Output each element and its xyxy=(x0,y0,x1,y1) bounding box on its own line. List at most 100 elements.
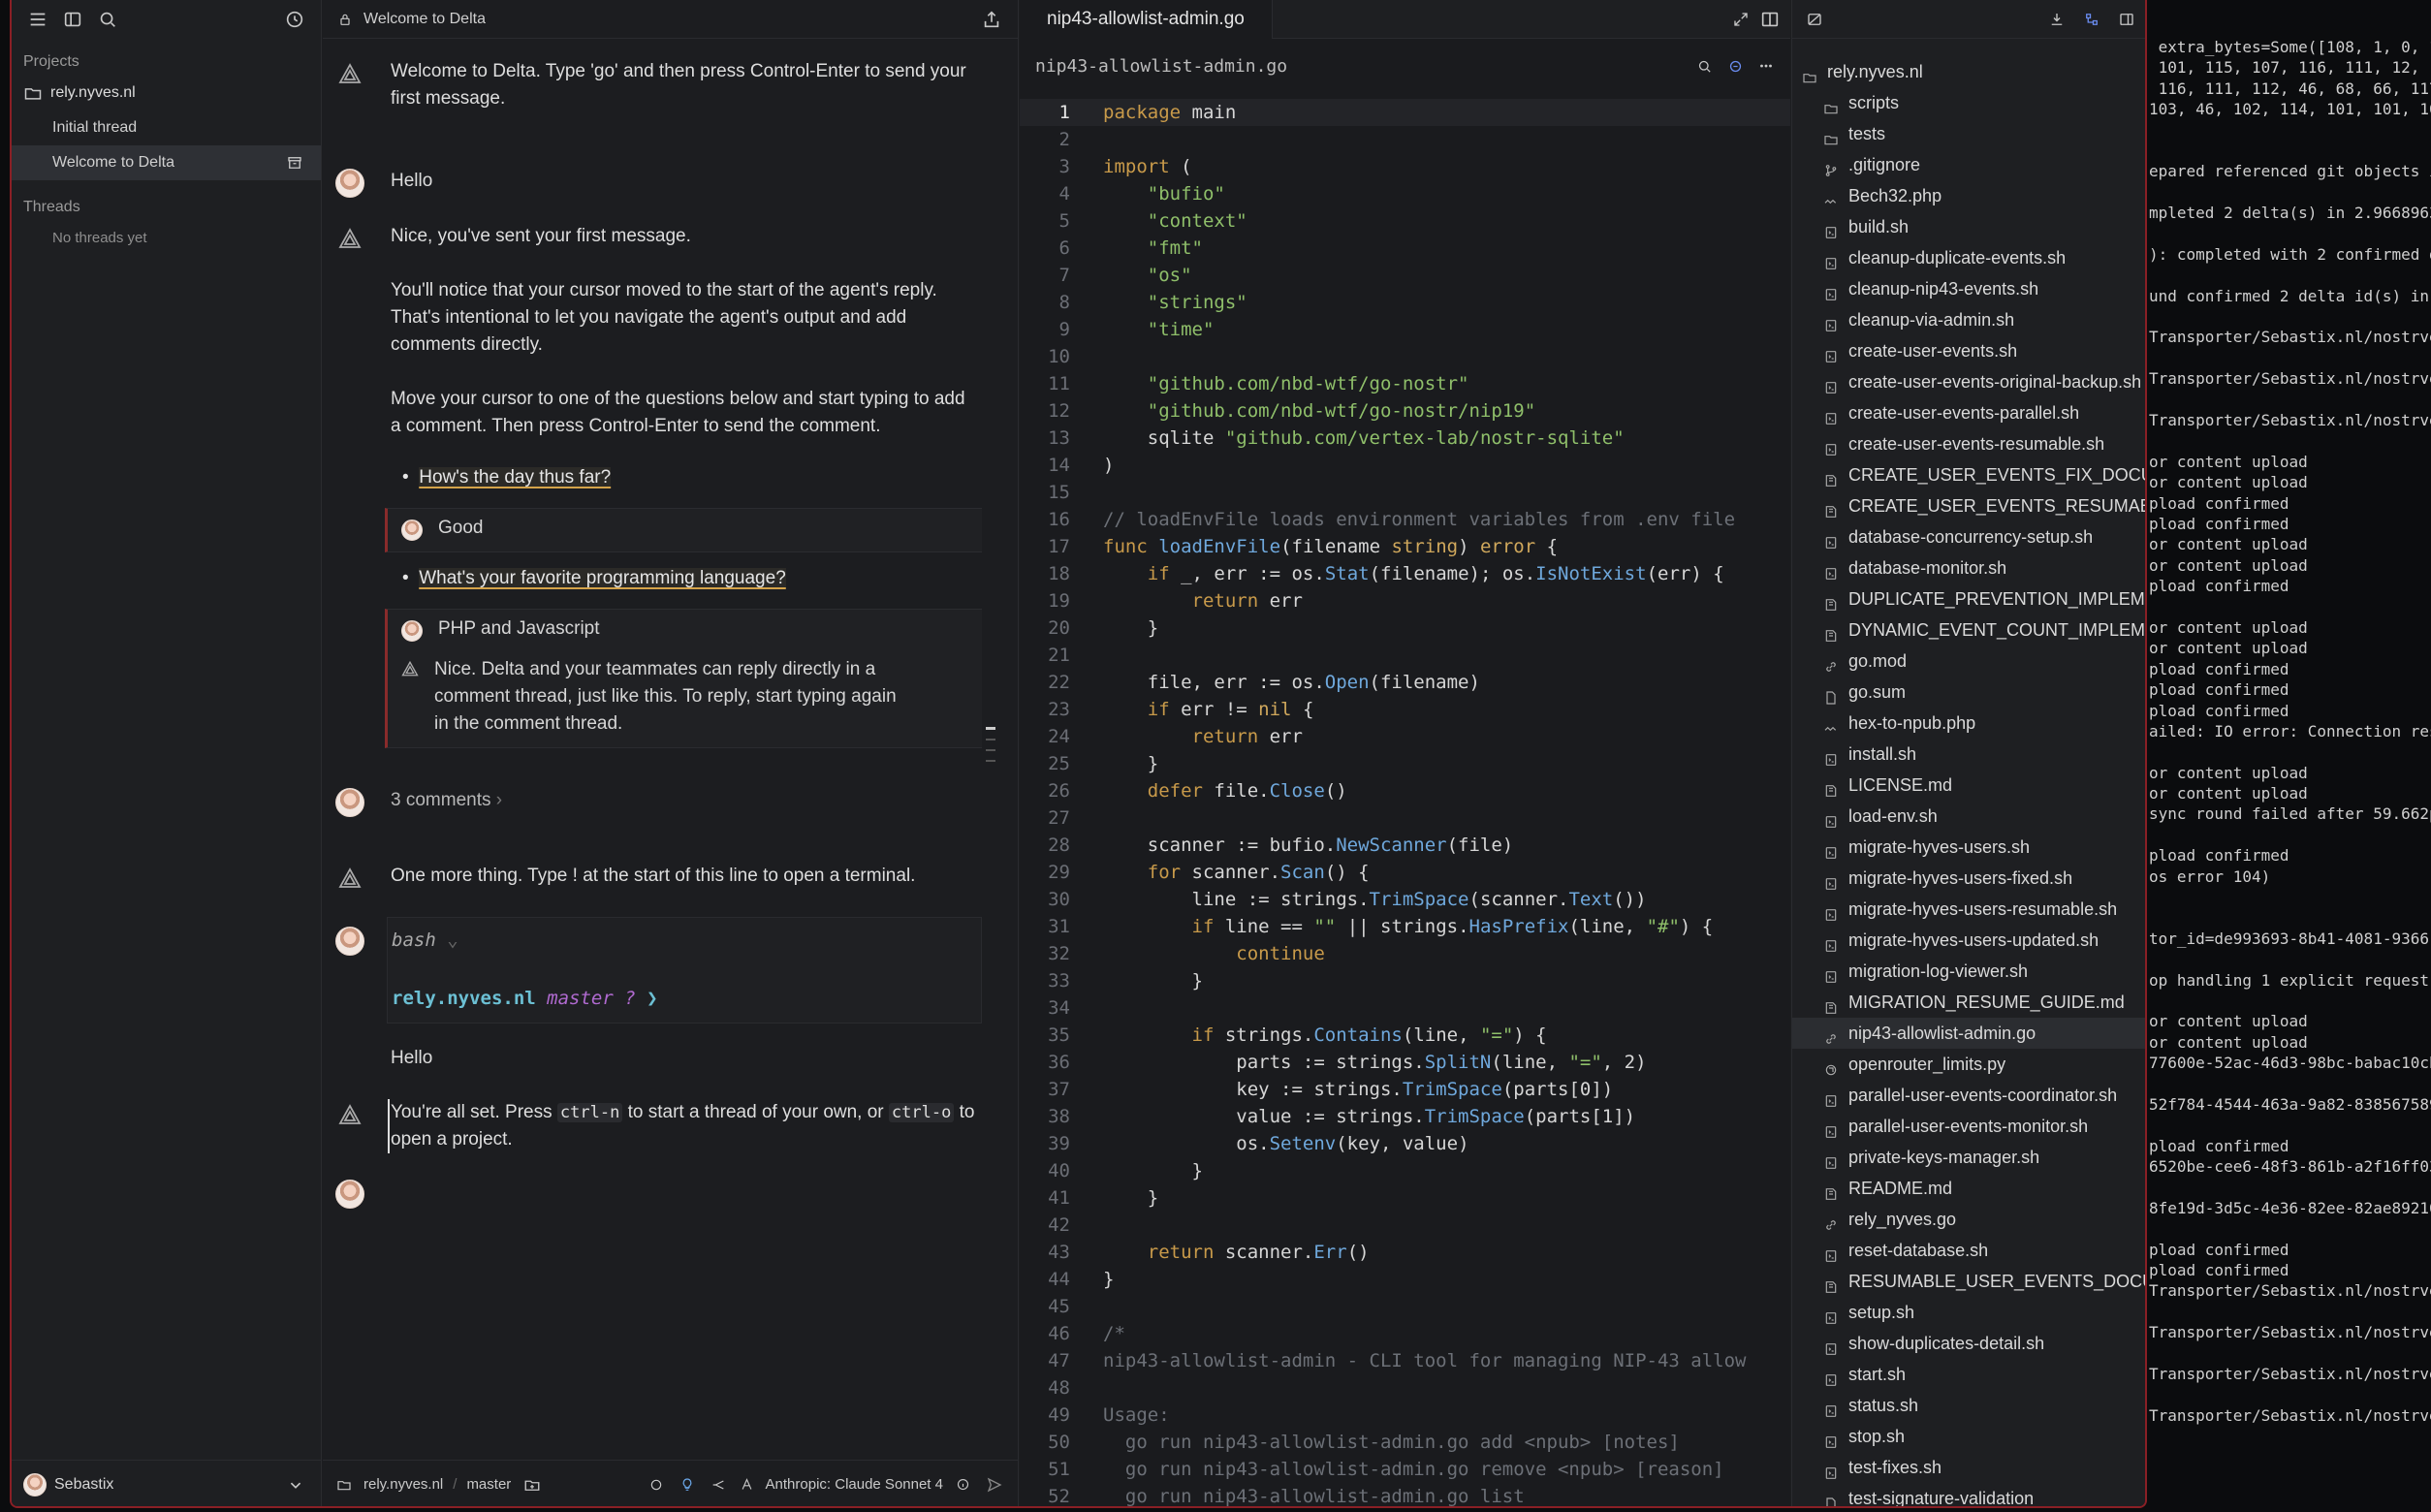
footer-branch[interactable]: master xyxy=(466,1476,511,1493)
code-line[interactable]: 47 nip43-allowlist-admin - CLI tool for m… xyxy=(1020,1347,1790,1374)
search-icon[interactable] xyxy=(1689,51,1719,80)
tree-item[interactable]: DYNAMIC_EVENT_COUNT_IMPLEMENTATION.md xyxy=(1792,614,2145,646)
tree-item[interactable]: cleanup-via-admin.sh xyxy=(1792,304,2145,335)
tree-item[interactable]: DUPLICATE_PREVENTION_IMPLEMENTATION.md xyxy=(1792,583,2145,614)
comment-thread-2[interactable]: PHP and Javascript Nice. Delta and your … xyxy=(385,609,982,748)
code-line[interactable]: 42 xyxy=(1020,1212,1790,1239)
collapse-icon[interactable] xyxy=(2042,5,2071,34)
circle-status-icon[interactable] xyxy=(646,1470,667,1499)
code-line[interactable]: 22 file, err := os.Open(filename) xyxy=(1020,669,1790,696)
tree-item[interactable]: cleanup-nip43-events.sh xyxy=(1792,273,2145,304)
split-icon[interactable] xyxy=(1755,5,1784,34)
tree-item[interactable]: create-user-events.sh xyxy=(1792,335,2145,366)
tree-item[interactable]: cleanup-duplicate-events.sh xyxy=(1792,242,2145,273)
tree-item[interactable]: README.md xyxy=(1792,1173,2145,1204)
footer-project[interactable]: rely.nyves.nl xyxy=(363,1476,443,1493)
code-line[interactable]: 25 } xyxy=(1020,750,1790,777)
chat-tab-title[interactable]: Welcome to Delta xyxy=(363,11,486,28)
tree-item[interactable]: nip43-allowlist-admin.go xyxy=(1792,1018,2145,1049)
tree-item[interactable]: migrate-hyves-users-fixed.sh xyxy=(1792,863,2145,894)
share-icon[interactable] xyxy=(977,5,1006,34)
tree-item[interactable]: LICENSE.md xyxy=(1792,770,2145,801)
code-line[interactable]: 19 return err xyxy=(1020,587,1790,614)
tree-item[interactable]: CREATE_USER_EVENTS_RESUMABLE.md xyxy=(1792,490,2145,521)
code-line[interactable]: 48 xyxy=(1020,1374,1790,1402)
sidebar-thread-welcome[interactable]: Welcome to Delta xyxy=(12,145,321,180)
tree-item[interactable]: create-user-events-original-backup.sh xyxy=(1792,366,2145,397)
code-line[interactable]: 12 "github.com/nbd-wtf/go-nostr/nip19" xyxy=(1020,397,1790,425)
tree-item[interactable]: migrate-hyves-users-resumable.sh xyxy=(1792,894,2145,925)
code-line[interactable]: 51 go run nip43-allowlist-admin.go remov… xyxy=(1020,1456,1790,1483)
code-line[interactable]: 13 sqlite "github.com/vertex-lab/nostr-s… xyxy=(1020,425,1790,452)
code-line[interactable]: 3 import ( xyxy=(1020,153,1790,180)
tree-item[interactable]: .gitignore xyxy=(1792,149,2145,180)
code-line[interactable]: 8 "strings" xyxy=(1020,289,1790,316)
tree-item[interactable]: private-keys-manager.sh xyxy=(1792,1142,2145,1173)
code-line[interactable]: 34 xyxy=(1020,994,1790,1022)
code-line[interactable]: 45 xyxy=(1020,1293,1790,1320)
send-icon[interactable] xyxy=(982,1470,1007,1499)
sidebar-thread-initial[interactable]: Initial thread xyxy=(12,110,321,145)
code-line[interactable]: 38 value := strings.TrimSpace(parts[1]) xyxy=(1020,1103,1790,1130)
code-line[interactable]: 41 } xyxy=(1020,1184,1790,1212)
code-line[interactable]: 27 xyxy=(1020,804,1790,832)
tree-item[interactable]: start.sh xyxy=(1792,1359,2145,1390)
code-line[interactable]: 43 return scanner.Err() xyxy=(1020,1239,1790,1266)
code-line[interactable]: 31 if line == "" || strings.HasPrefix(li… xyxy=(1020,913,1790,940)
code-line[interactable]: 2 xyxy=(1020,126,1790,153)
code-line[interactable]: 16 // loadEnvFile loads environment varia… xyxy=(1020,506,1790,533)
code-line[interactable]: 44} xyxy=(1020,1266,1790,1293)
code-line[interactable]: 32 continue xyxy=(1020,940,1790,967)
comment-thread-1[interactable]: Good xyxy=(385,508,982,552)
code-line[interactable]: 52 go run nip43-allowlist-admin.go list xyxy=(1020,1483,1790,1506)
new-folder-icon[interactable] xyxy=(521,1470,544,1499)
code-line[interactable]: 40 } xyxy=(1020,1157,1790,1184)
tree-item[interactable]: database-monitor.sh xyxy=(1792,552,2145,583)
embedded-terminal[interactable]: bash ⌄ rely.nyves.nl master ? ❯ xyxy=(387,917,982,1024)
tree-item[interactable]: database-concurrency-setup.sh xyxy=(1792,521,2145,552)
tree-item[interactable]: scripts xyxy=(1792,87,2145,118)
code-line[interactable]: 26 defer file.Close() xyxy=(1020,777,1790,804)
tree-item[interactable]: tests xyxy=(1792,118,2145,149)
info-icon[interactable] xyxy=(953,1470,972,1499)
code-line[interactable]: 10 xyxy=(1020,343,1790,370)
tree-item[interactable]: status.sh xyxy=(1792,1390,2145,1421)
tree-item[interactable]: create-user-events-resumable.sh xyxy=(1792,428,2145,459)
tree-item[interactable]: go.sum xyxy=(1792,677,2145,708)
question-item-1[interactable]: • How's the day thus far? xyxy=(402,467,612,488)
code-line[interactable]: 37 key := strings.TrimSpace(parts[0]) xyxy=(1020,1076,1790,1103)
code-line[interactable]: 23 if err != nil { xyxy=(1020,696,1790,723)
menu-icon[interactable] xyxy=(23,5,52,34)
tree-item[interactable]: test-fixes.sh xyxy=(1792,1452,2145,1483)
tree-item[interactable]: setup.sh xyxy=(1792,1297,2145,1328)
tree-item[interactable]: migration-log-viewer.sh xyxy=(1792,956,2145,987)
tree-item[interactable]: hex-to-npub.php xyxy=(1792,708,2145,739)
code-line[interactable]: 21 xyxy=(1020,642,1790,669)
bulb-icon[interactable] xyxy=(677,1470,698,1499)
tree-item[interactable]: parallel-user-events-monitor.sh xyxy=(1792,1111,2145,1142)
tree-item[interactable]: test-signature-validation xyxy=(1792,1483,2145,1506)
code-line[interactable]: 15 xyxy=(1020,479,1790,506)
code-line[interactable]: 30 line := strings.TrimSpace(scanner.Tex… xyxy=(1020,886,1790,913)
history-icon[interactable] xyxy=(280,5,309,34)
code-line[interactable]: 1 package main xyxy=(1020,99,1790,126)
code-line[interactable]: 39 os.Setenv(key, value) xyxy=(1020,1130,1790,1157)
code-line[interactable]: 18 if _, err := os.Stat(filename); os.Is… xyxy=(1020,560,1790,587)
code-line[interactable]: 7 "os" xyxy=(1020,262,1790,289)
tree-item[interactable]: RESUMABLE_USER_EVENTS_DOCUMENTATION.md xyxy=(1792,1266,2145,1297)
code-line[interactable]: 6 "fmt" xyxy=(1020,235,1790,262)
code-line[interactable]: 20 } xyxy=(1020,614,1790,642)
tree-item[interactable]: create-user-events-parallel.sh xyxy=(1792,397,2145,428)
tree-item[interactable]: parallel-user-events-coordinator.sh xyxy=(1792,1080,2145,1111)
code-line[interactable]: 36 parts := strings.SplitN(line, "=", 2) xyxy=(1020,1049,1790,1076)
user-menu[interactable]: Sebastix xyxy=(12,1460,322,1506)
tree-item[interactable]: stop.sh xyxy=(1792,1421,2145,1452)
chevron-down-icon[interactable]: ⌄ xyxy=(447,929,458,951)
mask-icon[interactable] xyxy=(1800,5,1829,34)
panel-toggle-icon[interactable] xyxy=(58,5,87,34)
chevron-down-icon[interactable] xyxy=(281,1470,310,1499)
code-line[interactable]: 11 "github.com/nbd-wtf/go-nostr" xyxy=(1020,370,1790,397)
code-line[interactable]: 49 Usage: xyxy=(1020,1402,1790,1429)
code-line[interactable]: 29 for scanner.Scan() { xyxy=(1020,859,1790,886)
tree-item[interactable]: migrate-hyves-users.sh xyxy=(1792,832,2145,863)
